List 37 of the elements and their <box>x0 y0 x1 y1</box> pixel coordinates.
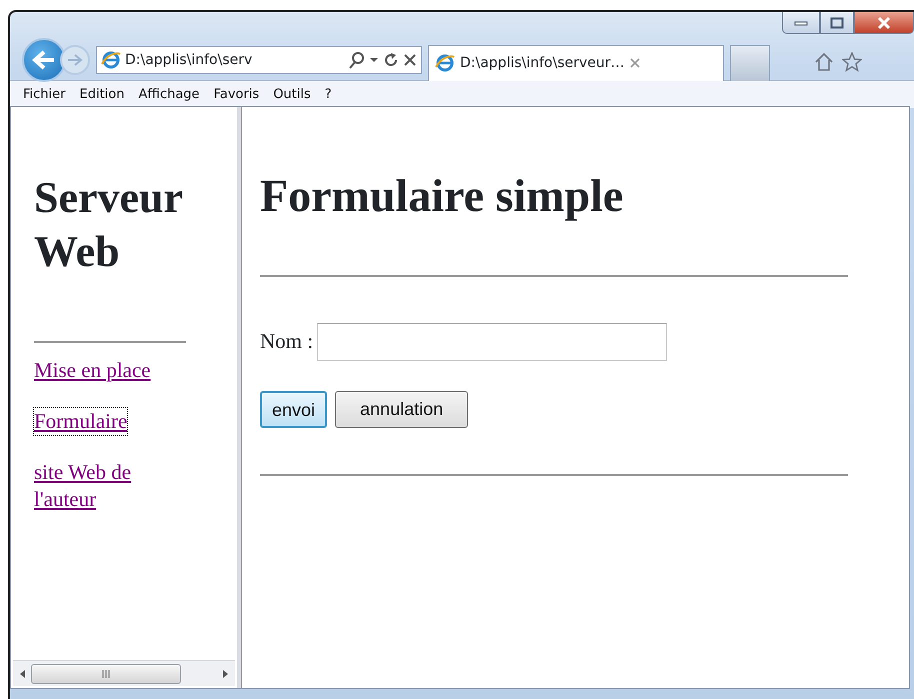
horizontal-scrollbar[interactable] <box>13 660 235 686</box>
tab-title: D:\applis\info\serveur… <box>460 54 625 73</box>
nav-link[interactable]: Mise en place <box>34 357 151 384</box>
menu-item[interactable]: ? <box>318 82 339 106</box>
close-icon <box>876 16 892 30</box>
site-title: Serveur Web <box>34 172 184 278</box>
menu-item[interactable]: Edition <box>72 82 132 106</box>
name-field[interactable] <box>317 323 668 361</box>
back-arrow-icon <box>32 50 56 70</box>
forward-arrow-icon <box>67 53 83 67</box>
grip-icon <box>101 670 111 678</box>
scroll-left-icon[interactable] <box>19 668 27 678</box>
menu-item[interactable]: Outils <box>266 82 318 106</box>
scroll-right-icon[interactable] <box>221 668 229 678</box>
search-icon[interactable] <box>349 50 365 70</box>
page-icon <box>101 50 121 70</box>
address-text: D:\applis\info\serv <box>125 50 254 70</box>
field-label: Nom : <box>260 328 314 356</box>
reset-button[interactable]: annulation <box>335 391 468 428</box>
address-bar[interactable]: D:\applis\info\serv <box>96 46 422 74</box>
maximize-icon <box>830 16 844 28</box>
maximize-button[interactable] <box>820 12 854 34</box>
menu-item[interactable]: Fichier <box>16 82 72 106</box>
forward-button[interactable] <box>60 45 90 75</box>
browser-tab[interactable]: D:\applis\info\serveur… <box>428 45 724 81</box>
submit-button[interactable]: envoi <box>260 391 328 428</box>
nav-link[interactable]: Formulaire <box>34 408 128 435</box>
browser-icon <box>435 53 455 74</box>
menu-item[interactable]: Affichage <box>131 82 207 106</box>
minimize-button[interactable] <box>782 12 820 34</box>
minimize-icon <box>794 20 808 26</box>
back-button[interactable] <box>22 38 66 82</box>
page-heading: Formulaire simple <box>260 169 624 223</box>
nav-link[interactable]: site Web de l'auteur <box>34 459 174 513</box>
star-icon[interactable] <box>842 49 862 73</box>
menu-item[interactable]: Favoris <box>206 82 266 106</box>
close-button[interactable] <box>854 12 914 34</box>
